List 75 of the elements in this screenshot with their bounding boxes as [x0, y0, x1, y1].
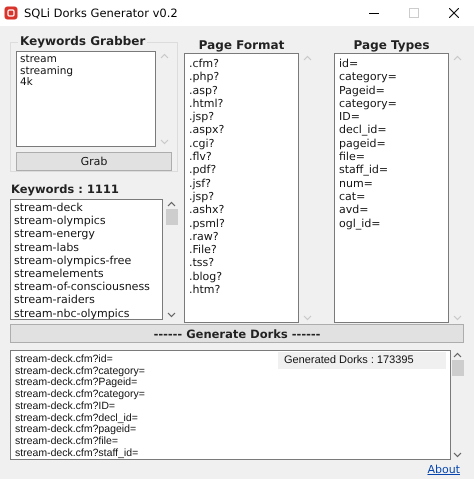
list-item: num=: [339, 176, 373, 190]
input-line: 4k: [20, 77, 33, 90]
list-item: .blog?: [189, 270, 222, 284]
output-field[interactable]: [10, 350, 451, 460]
list-item: ID=: [339, 110, 360, 124]
list-item: .php?: [189, 70, 220, 84]
column-title: Page Types: [352, 38, 430, 52]
scroll-down-icon[interactable]: [453, 452, 462, 458]
list-item: stream-deck: [14, 201, 83, 214]
page-types-list[interactable]: id= category= Pageid= category= ID= decl_id= pageid= file= staff_id= num= cat= avd= ogl_id=: [334, 53, 449, 323]
page-format-list[interactable]: .cfm? .php? .asp? .html? .jsp? .aspx? .cgi? .flv? .pdf? .jsf? .jsp? .ashx? .psml? .raw? .File? .tss? .blog? .htm?: [184, 53, 299, 323]
list-item: stream-olympics: [14, 214, 106, 228]
maximize-icon: [409, 8, 419, 18]
window-title: SQLi Dorks Generator v0.2: [24, 6, 179, 20]
output-line: stream-deck.cfm?id=: [15, 354, 113, 366]
list-item: .raw?: [189, 230, 219, 244]
list-item: .htm?: [189, 283, 220, 296]
keywords-input-field[interactable]: stream streaming 4k: [16, 51, 156, 147]
list-item: .tss?: [189, 256, 214, 270]
app-icon: [4, 6, 18, 20]
keywords-list[interactable]: stream-deck stream-olympics stream-energy stream-labs stream-olympics-free streamelements stream-of-consciousness stream-raiders stream-nbc-olympics: [10, 199, 163, 320]
output-line: stream-deck.cfm?pageid=: [15, 424, 136, 436]
list-item: avd=: [339, 203, 368, 217]
list-item: stream-olympics-free: [14, 254, 132, 268]
list-item: .pdf?: [189, 163, 216, 177]
list-item: .psml?: [189, 216, 225, 230]
list-item: cat=: [339, 190, 366, 204]
keywords-count-label: Keywords : 1111: [11, 182, 120, 196]
about-link[interactable]: About: [427, 463, 460, 476]
scrollbar-thumb[interactable]: [452, 360, 464, 376]
output-line: stream-deck.cfm?decl_id=: [15, 412, 138, 424]
input-line: stream: [20, 54, 57, 66]
generate-dorks-button[interactable]: ------ Generate Dorks ------: [10, 324, 464, 343]
list-item: ogl_id=: [339, 216, 381, 230]
list-item: streamelements: [14, 267, 104, 280]
output-line: stream-deck.cfm?staff_id=: [15, 448, 138, 459]
scrollbar-thumb[interactable]: [166, 209, 178, 225]
list-item: stream-labs: [14, 240, 80, 254]
generated-count-label: Generated Dorks : 173395: [278, 352, 446, 369]
list-item: .jsp?: [189, 190, 214, 204]
output-line: stream-deck.cfm?category=: [15, 366, 145, 377]
list-item: Pageid=: [339, 84, 385, 97]
grab-button[interactable]: Grab: [16, 152, 172, 171]
input-line: streaming: [20, 66, 74, 77]
list-item: .File?: [189, 243, 217, 256]
output-line: stream-deck.cfm?ID=: [15, 400, 116, 413]
list-item: pageid=: [339, 136, 386, 150]
list-item: category=: [339, 96, 397, 110]
list-item: .html?: [189, 96, 224, 110]
list-item: .aspx?: [189, 123, 224, 137]
list-item: stream-of-consciousness: [14, 280, 150, 294]
output-line: stream-deck.cfm?Pageid=: [15, 377, 138, 389]
list-item: file=: [339, 150, 365, 164]
list-item: .jsf?: [189, 176, 211, 190]
list-item: .flv?: [189, 150, 212, 164]
list-item: staff_id=: [339, 163, 388, 177]
group-title: Keywords Grabber: [18, 34, 148, 48]
list-item: id=: [339, 57, 358, 70]
output-line: stream-deck.cfm?file=: [15, 436, 118, 448]
list-item: .ashx?: [189, 203, 224, 217]
list-item: stream-nbc-olympics: [14, 306, 130, 319]
close-icon: [449, 8, 459, 18]
scroll-up-icon[interactable]: [453, 352, 462, 358]
scroll-down-icon[interactable]: [167, 312, 176, 318]
column-title: Page Format: [198, 38, 286, 52]
list-item: decl_id=: [339, 123, 387, 137]
scroll-up-icon[interactable]: [167, 201, 176, 207]
list-item: category=: [339, 70, 397, 84]
list-item: .cfm?: [189, 57, 219, 70]
list-item: .cgi?: [189, 136, 214, 150]
list-item: .jsp?: [189, 110, 214, 124]
output-line: stream-deck.cfm?category=: [15, 389, 145, 401]
list-item: stream-raiders: [14, 293, 95, 307]
list-item: stream-energy: [14, 227, 95, 241]
list-item: .asp?: [189, 84, 218, 97]
